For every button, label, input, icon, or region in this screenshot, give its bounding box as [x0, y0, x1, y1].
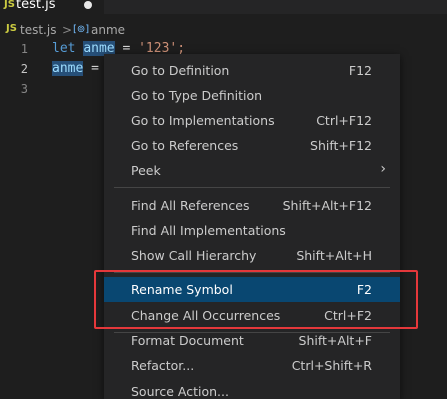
menu-separator [114, 272, 390, 273]
menu-item-label: Go to Definition [131, 63, 230, 78]
menu-item-find-all-references[interactable]: Find All References Shift+Alt+F12 [104, 193, 400, 218]
menu-item-rename-symbol[interactable]: Rename Symbol F2 [104, 277, 400, 302]
menu-item-change-all-occurrences[interactable]: Change All Occurrences Ctrl+F2 [104, 303, 400, 328]
submenu-chevron-icon: › [380, 161, 386, 177]
menu-item-go-to-type-definition[interactable]: Go to Type Definition [104, 83, 400, 108]
line-number: 2 [20, 62, 28, 76]
menu-item-label: Source Action... [131, 384, 229, 399]
keyword: let [52, 41, 76, 56]
line-number: 3 [20, 82, 28, 96]
editor-tab-bar: JS test.js [0, 0, 447, 14]
breadcrumb-symbol[interactable]: anme [91, 23, 125, 37]
menu-item-refactor[interactable]: Refactor... Ctrl+Shift+R [104, 353, 400, 378]
menu-item-label: Find All References [131, 198, 250, 213]
js-file-icon: JS [6, 23, 17, 34]
menu-item-shortcut: Ctrl+F12 [316, 113, 372, 128]
menu-item-label: Peek [131, 163, 161, 178]
menu-item-go-to-definition[interactable]: Go to Definition F12 [104, 58, 400, 83]
menu-item-go-to-references[interactable]: Go to References Shift+F12 [104, 133, 400, 158]
menu-item-shortcut: Shift+Alt+F [298, 333, 372, 348]
line-number: 1 [20, 42, 28, 56]
menu-item-shortcut: Shift+Alt+H [296, 248, 372, 263]
menu-item-label: Find All Implementations [131, 223, 286, 238]
editor-context-menu: Go to Definition F12 Go to Type Definiti… [104, 54, 400, 399]
menu-item-label: Format Document [131, 333, 244, 348]
menu-item-format-document[interactable]: Format Document Shift+Alt+F [104, 328, 400, 353]
menu-item-shortcut: F2 [356, 282, 372, 297]
menu-item-shortcut: F12 [348, 63, 372, 78]
menu-item-shortcut: Ctrl+Shift+R [291, 358, 372, 373]
menu-item-peek[interactable]: Peek › [104, 158, 400, 183]
menu-item-show-call-hierarchy[interactable]: Show Call Hierarchy Shift+Alt+H [104, 243, 400, 268]
menu-item-shortcut: Shift+F12 [310, 138, 372, 153]
menu-item-label: Go to References [131, 138, 239, 153]
tab-test-js[interactable]: JS test.js [0, 0, 104, 14]
menu-item-source-action[interactable]: Source Action... [104, 379, 400, 399]
menu-separator [114, 187, 390, 188]
menu-item-label: Go to Implementations [131, 113, 275, 128]
menu-item-label: Refactor... [131, 358, 195, 373]
menu-item-find-all-implementations[interactable]: Find All Implementations [104, 218, 400, 243]
menu-item-go-to-implementations[interactable]: Go to Implementations Ctrl+F12 [104, 108, 400, 133]
menu-item-shortcut: Ctrl+F2 [324, 308, 372, 323]
breadcrumb-separator-icon: > [62, 23, 73, 37]
breadcrumb: JS test.js > [⊚] anme [0, 20, 447, 42]
menu-item-label: Go to Type Definition [131, 88, 263, 103]
menu-item-label: Rename Symbol [131, 282, 233, 297]
menu-item-label: Change All Occurrences [131, 308, 281, 323]
menu-item-shortcut: Shift+Alt+F12 [282, 198, 372, 213]
unsaved-dot-icon[interactable] [84, 1, 92, 9]
breadcrumb-file[interactable]: test.js [20, 23, 56, 37]
tab-label: test.js [16, 0, 56, 12]
symbol-occurrence[interactable]: anme [52, 61, 84, 76]
variable-symbol-icon: [⊚] [73, 24, 90, 35]
js-file-icon: JS [4, 0, 15, 10]
menu-item-label: Show Call Hierarchy [131, 248, 257, 263]
code-text[interactable]: anme = [52, 61, 107, 76]
